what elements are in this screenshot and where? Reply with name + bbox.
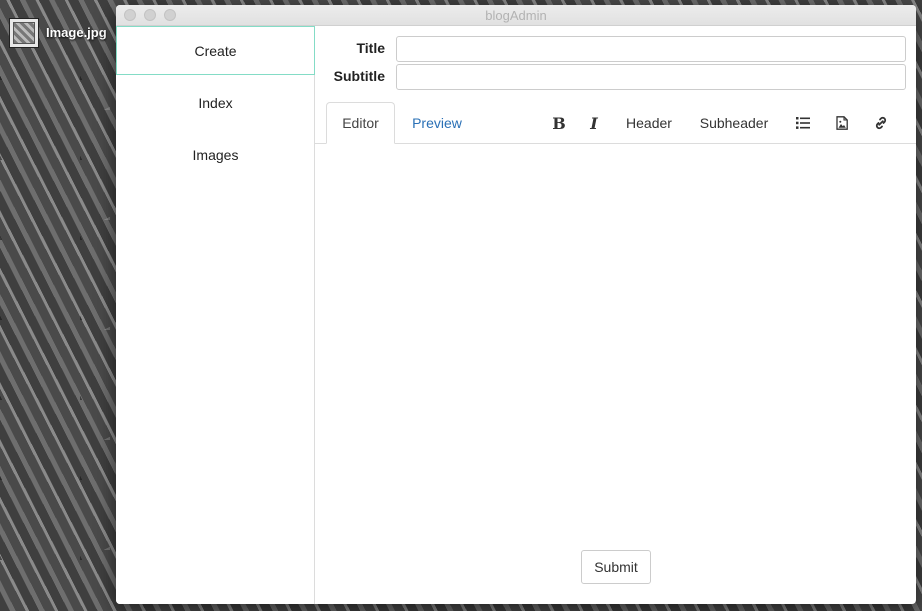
image-thumbnail-icon	[13, 22, 35, 44]
image-icon	[836, 116, 848, 130]
sidebar-item-create[interactable]: Create	[116, 26, 315, 75]
sidebar-item-index[interactable]: Index	[116, 78, 315, 127]
subtitle-label: Subtitle	[333, 68, 385, 84]
submit-button[interactable]: Submit	[581, 550, 651, 584]
sidebar-item-images[interactable]: Images	[116, 130, 315, 179]
link-icon	[875, 116, 887, 130]
subheader-button[interactable]: Subheader	[696, 102, 772, 144]
bold-button[interactable]: B	[551, 102, 567, 144]
desktop-file-label[interactable]: Image.jpg	[46, 25, 107, 40]
editor-textarea[interactable]	[315, 144, 916, 544]
sidebar: Create Index Images	[116, 26, 315, 604]
tab-editor[interactable]: Editor	[326, 102, 395, 144]
window-titlebar[interactable]: blogAdmin	[116, 5, 916, 26]
list-icon	[796, 117, 810, 129]
italic-button[interactable]: I	[586, 102, 602, 144]
title-label: Title	[356, 40, 385, 56]
link-button[interactable]	[872, 102, 890, 144]
editor-tabs-bar: Editor Preview B I Header Subheader	[315, 102, 916, 144]
window-title: blogAdmin	[485, 8, 547, 23]
main-content: Title Subtitle Editor Preview B I Header…	[315, 26, 916, 604]
subtitle-input[interactable]	[396, 64, 906, 90]
app-window: blogAdmin Create Index Images Title Subt…	[116, 5, 916, 604]
list-button[interactable]	[794, 102, 812, 144]
tab-preview[interactable]: Preview	[405, 102, 469, 144]
desktop-file-icon[interactable]	[9, 18, 39, 48]
image-button[interactable]	[834, 102, 850, 144]
header-button[interactable]: Header	[621, 102, 677, 144]
title-input[interactable]	[396, 36, 906, 62]
